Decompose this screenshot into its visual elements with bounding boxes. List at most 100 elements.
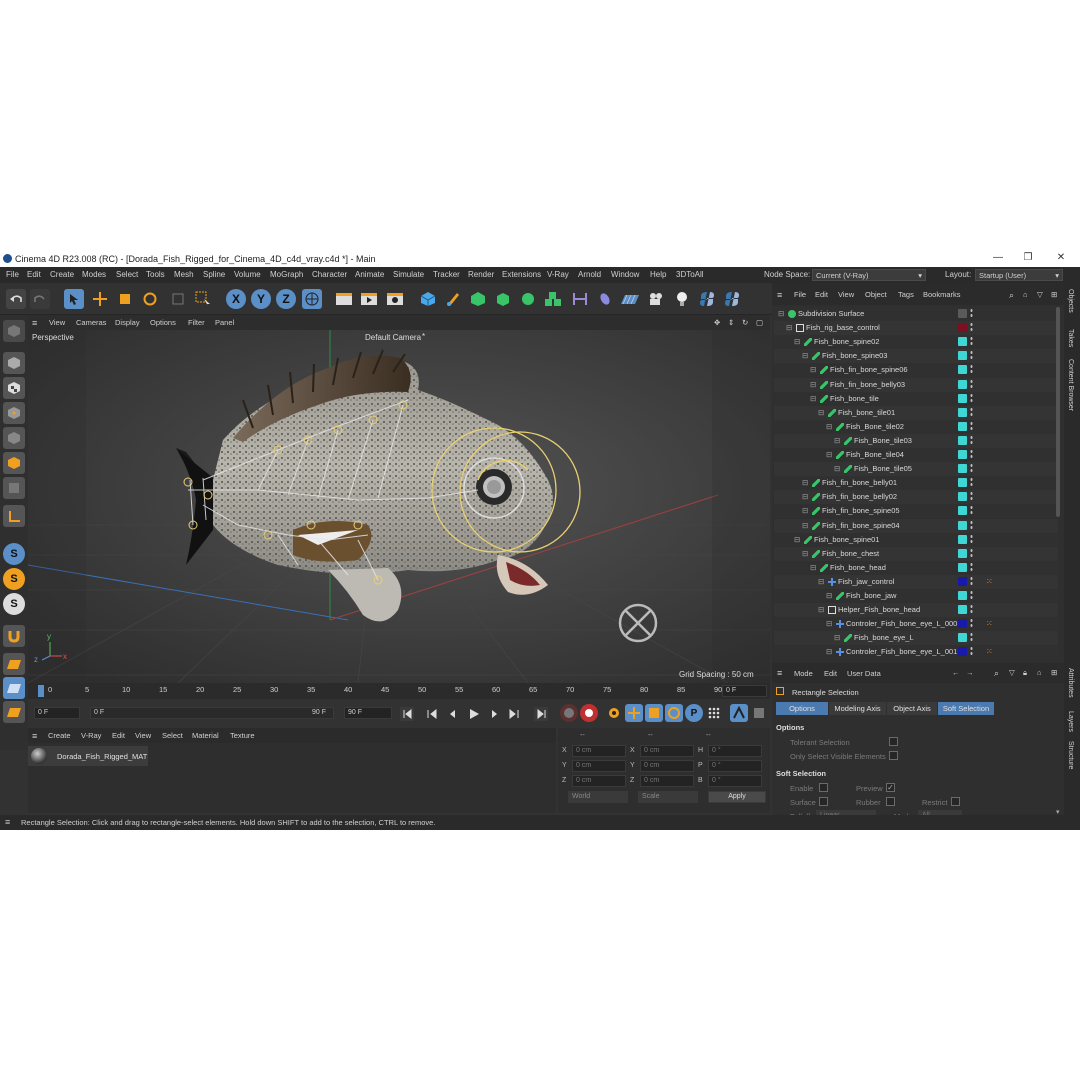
object-name[interactable]: Fish_bone_jaw	[846, 591, 896, 600]
preview-checkbox[interactable]: ✓	[886, 783, 895, 792]
menu-file[interactable]: File	[6, 270, 19, 279]
object-name[interactable]: Fish_fin_bone_belly02	[822, 492, 897, 501]
xpresso-tag-icon[interactable]: ⁙	[986, 619, 993, 628]
collapse-icon[interactable]: ⊟	[818, 408, 824, 417]
collapse-icon[interactable]: ⊟	[834, 633, 840, 642]
polygons-mode-button[interactable]	[3, 452, 25, 474]
object-name[interactable]: Fish_jaw_control	[838, 577, 894, 586]
close-button[interactable]: ✕	[1055, 252, 1067, 264]
object-name[interactable]: Fish_bone_tile01	[838, 408, 895, 417]
collapse-icon[interactable]: ⊟	[826, 450, 832, 459]
material-menu-texture[interactable]: Texture	[230, 731, 255, 740]
points-mode-button[interactable]	[3, 402, 25, 424]
playhead[interactable]	[38, 685, 44, 697]
hamburger-icon[interactable]: ≡	[777, 290, 782, 300]
object-name[interactable]: Fish_fin_bone_spine06	[830, 365, 908, 374]
magnet-button[interactable]	[3, 625, 25, 647]
rotate-tool-button[interactable]	[140, 289, 160, 309]
menu-edit[interactable]: Edit	[27, 270, 41, 279]
side-tab-content-browser[interactable]: Content Browser	[1067, 359, 1074, 411]
object-row[interactable]: ⊟ Fish_jaw_control ⁙	[774, 574, 1058, 589]
search-icon[interactable]: ⌕	[1009, 290, 1014, 301]
collapse-icon[interactable]: ⊟	[818, 577, 824, 586]
coord-value-field[interactable]: 0 cm	[640, 760, 694, 772]
texture-mode-button[interactable]	[3, 377, 25, 399]
object-row[interactable]: ⊟ Fish_rig_base_control	[774, 321, 1058, 336]
layer-color-swatch[interactable]	[958, 647, 967, 657]
layer-color-swatch[interactable]	[958, 633, 967, 643]
visibility-dots-icon[interactable]	[970, 533, 973, 545]
object-name[interactable]: Controler_Fish_bone_eye_L_000	[846, 619, 957, 628]
scale-key-button[interactable]	[645, 704, 663, 722]
collapse-icon[interactable]: ⊟	[794, 337, 800, 346]
autokey-button[interactable]	[580, 704, 598, 722]
menu-character[interactable]: Character	[312, 270, 347, 279]
visibility-dots-icon[interactable]	[970, 463, 973, 475]
collapse-icon[interactable]: ⊟	[802, 521, 808, 530]
layer-color-swatch[interactable]	[958, 309, 967, 318]
collapse-icon[interactable]: ⊟	[826, 591, 832, 600]
scale-dropdown[interactable]: Scale	[638, 791, 698, 803]
object-row[interactable]: ⊟ Fish_bone_chest	[774, 546, 1058, 561]
hamburger-icon[interactable]: ≡	[777, 668, 782, 678]
restrict-checkbox[interactable]	[951, 797, 960, 806]
locked-workplane-button[interactable]	[3, 677, 25, 699]
coord-value-field[interactable]: 0 °	[708, 775, 762, 787]
attribute-menu-user-data[interactable]: User Data	[847, 669, 881, 678]
material-menu-create[interactable]: Create	[48, 731, 71, 740]
node-space-dropdown[interactable]: Current (V-Ray) ▾	[812, 269, 926, 281]
visibility-dots-icon[interactable]	[970, 604, 973, 616]
layer-color-swatch[interactable]	[958, 520, 967, 530]
xpresso-tag-icon[interactable]: ⁙	[986, 577, 993, 586]
object-row[interactable]: ⊟ Fish_fin_bone_belly01	[774, 476, 1058, 491]
point-level-button[interactable]	[705, 704, 723, 722]
material-menu-vray[interactable]: V-Ray	[81, 731, 101, 740]
scale-tool-button[interactable]	[115, 289, 135, 309]
side-tab-layers[interactable]: Layers	[1067, 711, 1074, 732]
object-name[interactable]: Fish_Bone_tile02	[846, 422, 904, 431]
visibility-dots-icon[interactable]	[970, 590, 973, 601]
move-tool-button[interactable]	[90, 289, 110, 309]
visibility-dots-icon[interactable]	[970, 575, 973, 587]
home-icon[interactable]: ⌂	[1037, 668, 1042, 677]
object-name[interactable]: Fish_bone_chest	[822, 549, 879, 558]
timeline-button[interactable]	[750, 704, 768, 722]
visible-only-checkbox[interactable]	[889, 751, 898, 760]
deformer-button[interactable]	[570, 289, 590, 309]
object-menu-file[interactable]: File	[794, 290, 806, 299]
visibility-dots-icon[interactable]	[970, 364, 973, 376]
axis-mode-button[interactable]	[3, 505, 25, 527]
menu-select[interactable]: Select	[116, 270, 138, 279]
object-name[interactable]: Fish_bone_tile	[830, 394, 879, 403]
record-keys-button[interactable]	[560, 704, 578, 722]
object-row[interactable]: ⊟ Fish_bone_head	[774, 560, 1058, 575]
coord-value-field[interactable]: 0 cm	[640, 775, 694, 787]
playback-buttons[interactable]	[400, 706, 560, 722]
menu-mograph[interactable]: MoGraph	[270, 270, 303, 279]
layer-color-swatch[interactable]	[958, 464, 967, 474]
visibility-dots-icon[interactable]	[970, 322, 973, 334]
object-name[interactable]: Fish_bone_spine01	[814, 535, 879, 544]
enable-checkbox[interactable]	[819, 783, 828, 792]
workplane-button[interactable]	[3, 653, 25, 675]
viewport-menu-display[interactable]: Display	[115, 318, 140, 327]
object-row[interactable]: ⊟ Fish_fin_bone_belly02	[774, 490, 1058, 505]
light-button[interactable]	[672, 289, 692, 309]
layer-color-swatch[interactable]	[958, 421, 967, 431]
rotate-view-icon[interactable]: ↻	[742, 318, 748, 327]
collapse-icon[interactable]: ⊟	[794, 535, 800, 544]
object-name[interactable]: Fish_Bone_tile05	[854, 464, 912, 473]
collapse-icon[interactable]: ⊟	[802, 549, 808, 558]
filter-icon[interactable]: ▽	[1037, 290, 1043, 299]
collapse-icon[interactable]: ⊟	[810, 394, 816, 403]
zoom-view-icon[interactable]: ⇕	[728, 318, 734, 327]
maximize-button[interactable]: ❐	[1022, 252, 1034, 264]
visibility-dots-icon[interactable]	[970, 350, 973, 362]
timeline-ruler[interactable]: 0 5 10 15 20 25 30 35 40 45 50 55 60 65 70 75 80 85 90 0 F	[28, 683, 770, 699]
menu-spline[interactable]: Spline	[203, 270, 225, 279]
visibility-dots-icon[interactable]	[970, 618, 973, 630]
visibility-dots-icon[interactable]	[970, 336, 973, 348]
menu-modes[interactable]: Modes	[82, 270, 106, 279]
menu-animate[interactable]: Animate	[355, 270, 384, 279]
visibility-dots-icon[interactable]	[970, 632, 973, 644]
